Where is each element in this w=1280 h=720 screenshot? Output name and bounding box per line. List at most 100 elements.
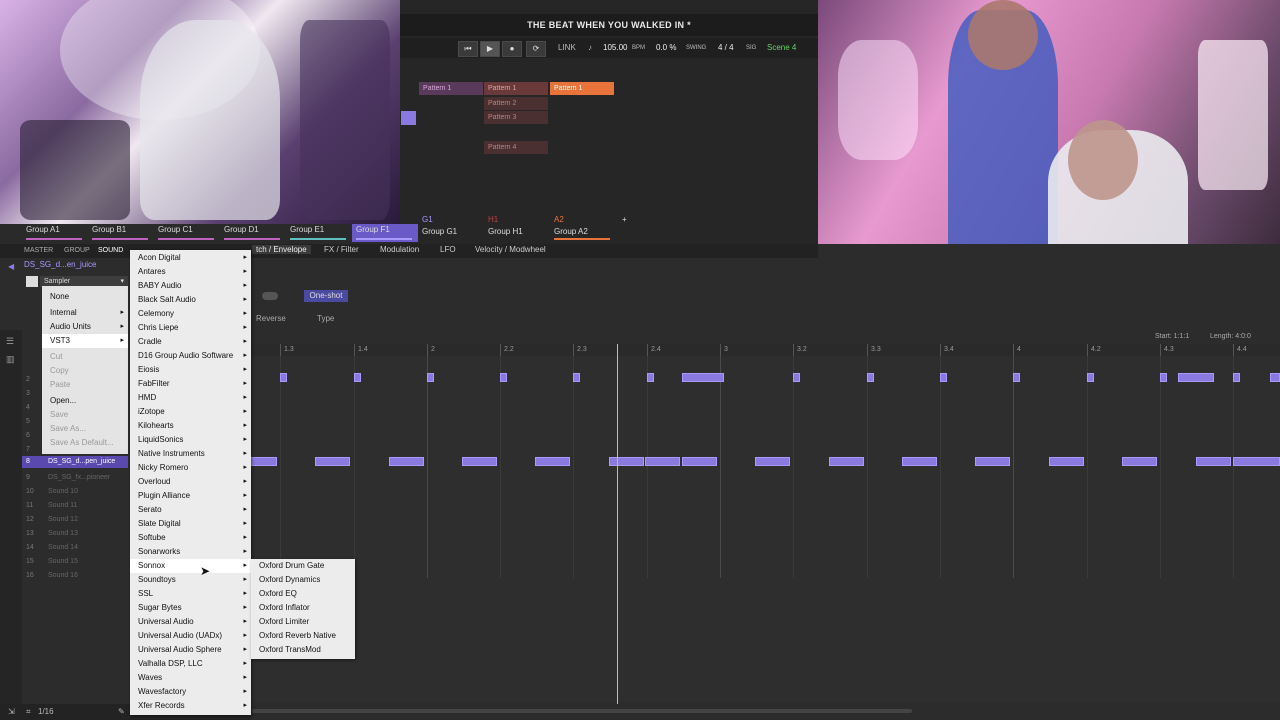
vendor-menu-item[interactable]: Softube ▸ xyxy=(138,531,247,545)
menu-item-internal[interactable]: Internal ▸ xyxy=(50,306,124,320)
note[interactable] xyxy=(682,373,724,382)
swing-value[interactable]: 0.0 % xyxy=(656,43,676,52)
group-f1[interactable]: Group F1 xyxy=(352,224,418,242)
note[interactable] xyxy=(609,457,644,466)
sound-name[interactable]: DS_SG_d...en_juice xyxy=(24,260,97,269)
sound-slot[interactable]: Sound 16 xyxy=(48,572,78,579)
vendor-menu-item[interactable]: LiquidSonics ▸ xyxy=(138,433,247,447)
note[interactable] xyxy=(280,373,287,382)
group-g1[interactable]: G1 Group G1 xyxy=(418,214,484,242)
vendor-menu-item[interactable]: SSL ▸ xyxy=(138,587,247,601)
type-selector[interactable]: One-shot xyxy=(304,290,348,302)
vendor-menu-item[interactable]: Native Instruments ▸ xyxy=(138,447,247,461)
note[interactable] xyxy=(1178,373,1214,382)
vendor-menu-item[interactable]: Valhalla DSP, LLC ▸ xyxy=(138,657,247,671)
tab-sound[interactable]: SOUND xyxy=(98,247,123,254)
sonnox-plugin-item[interactable]: Oxford TransMod xyxy=(259,643,351,657)
vendor-menu-item[interactable]: Xfer Records ▸ xyxy=(138,699,247,713)
sonnox-plugin-item[interactable]: Oxford Limiter xyxy=(259,615,351,629)
expand-icon[interactable]: ⇲ xyxy=(8,707,15,716)
note[interactable] xyxy=(867,373,874,382)
menu-item-open[interactable]: Open... xyxy=(50,394,124,408)
note[interactable] xyxy=(462,457,497,466)
vendor-menu-item[interactable]: HMD ▸ xyxy=(138,391,247,405)
tab-lfo[interactable]: LFO xyxy=(440,245,456,254)
sound-slot[interactable]: Sound 11 xyxy=(48,502,77,509)
tab-master[interactable]: MASTER xyxy=(24,247,53,254)
vendor-menu-item[interactable]: Universal Audio Sphere ▸ xyxy=(138,643,247,657)
sound-slot[interactable]: DS_SG_fx...pioneer xyxy=(48,474,110,481)
vendor-menu-item[interactable]: Nicky Romero ▸ xyxy=(138,461,247,475)
rewind-button[interactable]: ⏮ xyxy=(458,41,478,57)
sonnox-plugin-item[interactable]: Oxford EQ xyxy=(259,587,351,601)
timeline-ruler[interactable]: 1.3 1.4 2 2.2 2.3 2.4 3 3.2 3.3 3.4 4 4.… xyxy=(250,344,1280,356)
vendor-menu-item[interactable]: Soundtoys ▸ xyxy=(138,573,247,587)
note[interactable] xyxy=(647,373,654,382)
vendor-menu-item[interactable]: Chris Liepe ▸ xyxy=(138,321,247,335)
tab-group[interactable]: GROUP xyxy=(64,247,90,254)
group-b1[interactable]: Group B1 xyxy=(88,224,154,242)
group-a1[interactable]: Group A1 xyxy=(22,224,88,242)
group-e1[interactable]: Group E1 xyxy=(286,224,352,242)
note[interactable] xyxy=(902,457,937,466)
group-d1[interactable]: Group D1 xyxy=(220,224,286,242)
note[interactable] xyxy=(1087,373,1094,382)
vendor-menu-item[interactable]: D16 Group Audio Software ▸ xyxy=(138,349,247,363)
settings-icon[interactable]: ◀ xyxy=(8,262,14,271)
sonnox-plugin-item[interactable]: Oxford Inflator xyxy=(259,601,351,615)
horizontal-scrollbar[interactable] xyxy=(252,709,912,713)
note[interactable] xyxy=(682,457,717,466)
sonnox-plugin-item[interactable]: Oxford Reverb Native xyxy=(259,629,351,643)
vendor-menu-item[interactable]: Sonarworks ▸ xyxy=(138,545,247,559)
menu-item-save-as-default[interactable]: Save As Default... xyxy=(50,436,124,450)
record-button[interactable]: ● xyxy=(502,41,522,57)
note[interactable] xyxy=(535,457,570,466)
sound-slot[interactable]: Sound 13 xyxy=(48,530,78,537)
menu-item-save-as[interactable]: Save As... xyxy=(50,422,124,436)
note[interactable] xyxy=(1233,457,1280,466)
sound-slot[interactable]: Sound 10 xyxy=(48,488,78,495)
note[interactable] xyxy=(1270,373,1280,382)
vendor-menu-item[interactable]: Universal Audio (UADx) ▸ xyxy=(138,629,247,643)
vendor-menu-item[interactable]: Universal Audio ▸ xyxy=(138,615,247,629)
tab-fx-filter[interactable]: FX / Filter xyxy=(324,245,359,254)
tab-modulation[interactable]: Modulation xyxy=(380,245,419,254)
pattern-clip[interactable]: Pattern 1 xyxy=(484,82,548,95)
group-h1[interactable]: H1 Group H1 xyxy=(484,214,550,242)
step-grid[interactable] xyxy=(250,356,1280,702)
sonnox-plugin-item[interactable]: Oxford Drum Gate xyxy=(259,559,351,573)
pattern-clip[interactable]: Pattern 1 xyxy=(419,82,483,95)
tab-velocity[interactable]: Velocity / Modwheel xyxy=(475,245,546,254)
group-c1[interactable]: Group C1 xyxy=(154,224,220,242)
note[interactable] xyxy=(354,373,361,382)
pattern-clip-selected[interactable]: Pattern 1 xyxy=(550,82,614,95)
grid-quantize[interactable]: 1/16 xyxy=(38,707,54,716)
vendor-menu-item[interactable]: Sugar Bytes ▸ xyxy=(138,601,247,615)
vendor-menu-item[interactable]: FabFilter ▸ xyxy=(138,377,247,391)
note[interactable] xyxy=(573,373,580,382)
note[interactable] xyxy=(1196,457,1231,466)
vendor-menu-item[interactable]: Celemony ▸ xyxy=(138,307,247,321)
add-group-button[interactable]: + xyxy=(618,214,638,232)
vendor-menu-item[interactable]: iZotope ▸ xyxy=(138,405,247,419)
loop-button[interactable]: ⟳ xyxy=(526,41,546,57)
note[interactable] xyxy=(1160,373,1167,382)
note[interactable] xyxy=(1122,457,1157,466)
sound-slot[interactable]: Sound 14 xyxy=(48,544,78,551)
sound-slot-selected[interactable]: 8 DS_SG_d...pen_juice xyxy=(22,456,128,468)
menu-item-audio-units[interactable]: Audio Units ▸ xyxy=(50,320,124,334)
vendor-menu-item[interactable]: Overloud ▸ xyxy=(138,475,247,489)
menu-item-copy[interactable]: Copy xyxy=(50,364,124,378)
list-icon[interactable]: ☰ xyxy=(6,336,14,347)
menu-item-none[interactable]: None xyxy=(50,290,124,304)
reverse-toggle[interactable] xyxy=(262,292,278,300)
time-sig-value[interactable]: 4 / 4 xyxy=(718,43,734,52)
note[interactable] xyxy=(250,457,277,466)
scene-label[interactable]: Scene 4 xyxy=(767,43,796,52)
vendor-menu-item[interactable]: Plugin Alliance ▸ xyxy=(138,489,247,503)
note[interactable] xyxy=(500,373,507,382)
vendor-menu-item[interactable]: Slate Digital ▸ xyxy=(138,517,247,531)
pencil-icon[interactable]: ✎ xyxy=(118,707,125,716)
note[interactable] xyxy=(427,373,434,382)
pattern-clip[interactable]: Pattern 3 xyxy=(484,111,548,124)
